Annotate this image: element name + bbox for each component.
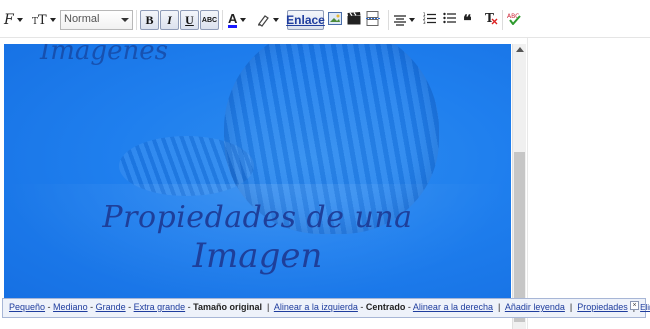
editor-scrollbar[interactable]	[512, 44, 526, 329]
clear-formatting-icon: T	[485, 11, 498, 25]
text-color-icon: A	[228, 11, 238, 28]
video-clapper-icon	[347, 12, 361, 25]
bold-button[interactable]: B	[140, 10, 159, 30]
size-large-link[interactable]: Grande	[96, 302, 126, 312]
insert-jump-break-button[interactable]	[366, 11, 380, 26]
toolbar-divider	[502, 10, 503, 30]
size-small-link[interactable]: Pequeño	[9, 302, 45, 312]
image-watermark: Imágenes	[40, 44, 168, 66]
remove-formatting-button[interactable]: T	[484, 11, 498, 25]
font-size-dropdown[interactable]: TT	[32, 10, 56, 30]
image-title-line2: Imagen	[192, 236, 323, 276]
insert-image-button[interactable]	[328, 12, 342, 25]
quote-button[interactable]: ❝	[463, 11, 472, 31]
numbered-list-button[interactable]: 123	[423, 12, 436, 24]
editor-toolbar: F TT Normal B I U ABC A Enlace 123 ❝ T A…	[0, 0, 650, 38]
strikethrough-button[interactable]: ABC	[200, 10, 219, 30]
image-options-bubble: Pequeño - Mediano - Grande - Extra grand…	[2, 298, 650, 318]
properties-link[interactable]: Propiedades	[577, 302, 628, 312]
post-image[interactable]: Imágenes Propiedades de una Imagen	[4, 44, 511, 298]
align-center-selected: Centrado	[365, 302, 406, 312]
link-button[interactable]: Enlace	[286, 10, 325, 30]
underline-button[interactable]: U	[180, 10, 199, 30]
image-title-line1: Propiedades de una	[102, 200, 413, 235]
size-xlarge-link[interactable]: Extra grande	[134, 302, 186, 312]
spellcheck-icon: ABC	[507, 13, 521, 25]
size-original-selected: Tamaño original	[193, 302, 262, 312]
align-right-link[interactable]: Alinear a la derecha	[413, 302, 493, 312]
text-color-button[interactable]: A	[228, 10, 247, 30]
highlighter-icon	[258, 15, 269, 27]
page-break-icon	[366, 11, 380, 26]
chevron-down-icon	[121, 18, 129, 22]
bulleted-list-button[interactable]	[443, 12, 456, 24]
add-caption-link[interactable]: Añadir leyenda	[505, 302, 565, 312]
font-family-dropdown[interactable]: F	[4, 10, 23, 30]
delete-image-link[interactable]: Eliminar	[640, 303, 650, 312]
image-icon	[328, 12, 342, 25]
font-size-icon: TT	[32, 12, 47, 28]
paragraph-format-value: Normal	[64, 13, 100, 25]
insert-video-button[interactable]	[347, 12, 361, 25]
align-center-icon	[394, 14, 406, 26]
svg-text:3: 3	[423, 20, 426, 24]
paragraph-format-select[interactable]: Normal	[60, 10, 133, 30]
scrollbar-thumb[interactable]	[514, 152, 525, 322]
bulleted-list-icon	[443, 12, 456, 24]
toolbar-divider	[136, 10, 137, 30]
close-icon[interactable]: ×	[630, 301, 639, 310]
font-icon: F	[4, 12, 14, 28]
scroll-up-arrow-icon[interactable]	[516, 47, 524, 52]
toolbar-divider	[388, 10, 389, 30]
italic-button[interactable]: I	[160, 10, 179, 30]
highlight-color-button[interactable]	[256, 10, 279, 30]
alignment-dropdown[interactable]	[394, 10, 415, 30]
spell-check-button[interactable]: ABC	[507, 11, 521, 25]
size-medium-link[interactable]: Mediano	[53, 302, 88, 312]
quote-icon: ❝	[463, 13, 472, 30]
toolbar-divider	[222, 10, 223, 30]
numbered-list-icon: 123	[423, 12, 436, 24]
align-left-link[interactable]: Alinear a la izquierda	[274, 302, 358, 312]
